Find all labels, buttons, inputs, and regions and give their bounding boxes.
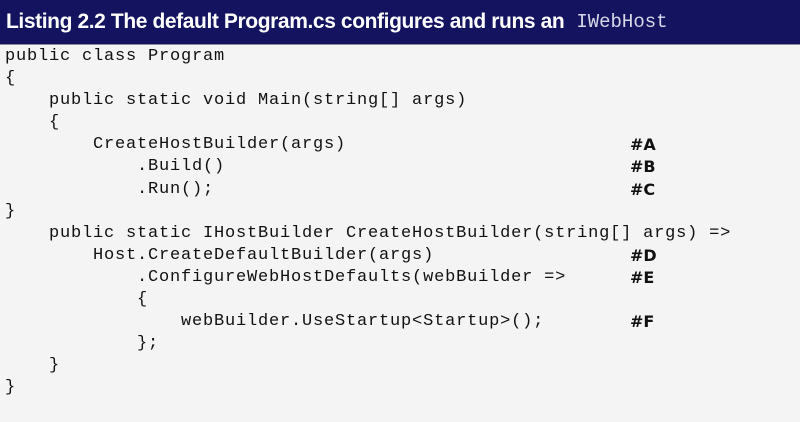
code-text: Host.CreateDefaultBuilder(args) [5,245,435,265]
code-text: .ConfigureWebHostDefaults(webBuilder => [5,267,567,287]
code-text: public static IHostBuilder CreateHostBui… [5,223,732,243]
code-text: CreateHostBuilder(args) [5,135,347,155]
code-text: { [5,113,61,133]
code-line: public static IHostBuilder CreateHostBui… [5,223,731,245]
listing-title: Listing 2.2 The default Program.cs confi… [6,10,565,33]
code-text: } [5,378,17,398]
code-line: } [5,355,731,377]
code-text: public class Program [5,47,226,66]
code-annotation: #C [630,179,656,199]
code-line: { [5,112,731,134]
code-block: public class Program { public static void… [5,46,731,400]
code-annotation: #D [630,245,657,265]
code-line: }; [5,333,731,355]
code-line: .ConfigureWebHostDefaults(webBuilder => #… [5,267,731,289]
code-text: .Build() [5,157,226,177]
code-text: } [5,201,17,221]
code-line: Host.CreateDefaultBuilder(args) #D [5,245,731,267]
code-annotation: #B [630,157,656,177]
code-line: } [5,377,731,399]
code-text: } [5,356,61,376]
code-line: .Run(); #C [5,179,731,201]
code-line: { [5,68,731,90]
code-line: CreateHostBuilder(args) #A [5,134,731,156]
code-annotation: #F [630,312,655,332]
listing-title-code: IWebHost [576,11,668,33]
code-text: public static void Main(string[] args) [5,91,468,111]
code-line: } [5,201,731,223]
code-text: { [5,69,17,89]
code-text: }; [5,334,160,354]
code-line: public static void Main(string[] args) [5,90,731,112]
code-line: public class Program [5,46,731,68]
code-annotation: #E [630,267,655,287]
code-annotation: #A [630,135,656,155]
listing-header: Listing 2.2 The default Program.cs confi… [0,0,800,45]
code-text: .Run(); [5,179,215,199]
code-line: webBuilder.UseStartup<Startup>(); #F [5,311,731,333]
code-line: { [5,289,731,311]
code-line: .Build() #B [5,156,731,178]
code-text: webBuilder.UseStartup<Startup>(); [5,312,545,332]
code-text: { [5,290,149,310]
